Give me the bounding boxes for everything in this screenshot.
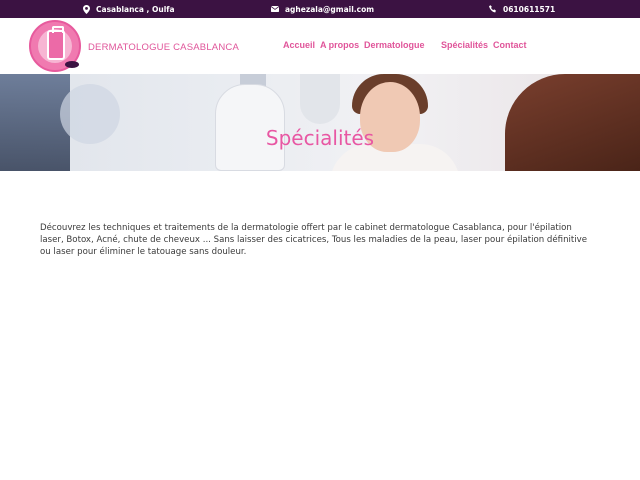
nav-item-specialites[interactable]: Spécialités [441,40,488,50]
intro-paragraph: Découvrez les techniques et traitements … [40,223,588,257]
phone-info[interactable]: 0610611571 [489,0,555,18]
top-info-bar: Casablanca , Oulfa aghezala@gmail.com 06… [0,0,640,18]
site-header: DERMATOLOGUE CASABLANCA Accueil A propos… [0,18,640,74]
brand-name[interactable]: DERMATOLOGUE CASABLANCA [88,42,239,53]
envelope-icon [271,6,279,12]
location-text: Casablanca , Oulfa [96,4,175,14]
hero-doctor-head [505,74,640,171]
phone-text[interactable]: 0610611571 [503,5,555,14]
page-title: Spécialités [265,126,375,150]
email-text[interactable]: aghezala@gmail.com [285,5,374,14]
nav-item-a-propos[interactable]: A propos [320,40,359,50]
hero-banner: Spécialités [0,74,640,171]
email-info[interactable]: aghezala@gmail.com [271,0,374,18]
nav-item-contact[interactable]: Contact [493,40,527,50]
bottle-icon [47,26,65,60]
phone-icon [489,5,497,13]
site-logo[interactable] [29,20,81,72]
nav-item-dermatologue[interactable]: Dermatologue [364,40,439,50]
hero-lamp [300,74,340,124]
map-pin-icon [83,4,90,14]
eye-icon [65,61,79,68]
location-info: Casablanca , Oulfa [83,0,175,18]
nav-item-dermatologue-label: Dermatologue [364,40,425,50]
hero-equipment-left [0,74,70,171]
nav-item-accueil[interactable]: Accueil [283,40,315,50]
